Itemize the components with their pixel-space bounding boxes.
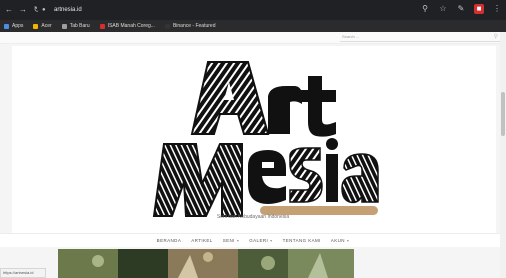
extension-icon[interactable]: ✎ bbox=[456, 4, 466, 14]
bookmark-youtube[interactable]: ISAB Manah Coreg... bbox=[99, 23, 155, 29]
folder-icon bbox=[33, 23, 39, 29]
lock-icon: ● bbox=[42, 7, 46, 13]
globe-icon bbox=[61, 23, 67, 29]
menu-item-artikel[interactable]: Artikel bbox=[191, 238, 212, 243]
menu-item-seni[interactable]: Seni ▾ bbox=[223, 238, 240, 243]
menu-item-galeri[interactable]: Galeri ▾ bbox=[249, 238, 272, 243]
address-url[interactable]: artnesia.id bbox=[54, 7, 82, 13]
search-input[interactable]: Search ... ⚲ bbox=[340, 34, 500, 42]
forward-icon[interactable]: → bbox=[18, 5, 28, 15]
site-header bbox=[12, 46, 496, 236]
site-logo[interactable] bbox=[150, 56, 380, 232]
search-placeholder: Search ... bbox=[342, 34, 360, 39]
menu-item-tentang-kami[interactable]: Tentang Kami bbox=[283, 238, 321, 243]
menu-item-label: Beranda bbox=[156, 238, 182, 243]
menu-item-label: Galeri bbox=[249, 238, 269, 243]
menu-item-label: Tentang Kami bbox=[282, 238, 321, 243]
hero-photo-icon bbox=[58, 249, 354, 278]
chevron-down-icon: ▾ bbox=[236, 238, 240, 243]
chevron-down-icon: ▾ bbox=[346, 238, 350, 243]
bookmark-label: Binance - Featured bbox=[172, 23, 216, 29]
main-menu: Beranda Artikel Seni ▾ Galeri ▾ Tentang … bbox=[0, 233, 506, 247]
youtube-icon bbox=[99, 23, 105, 29]
binance-icon bbox=[164, 23, 170, 29]
bookmarks-bar: Apps Acer Tab Baru ISAB Manah Coreg... B… bbox=[0, 20, 506, 32]
address-bar[interactable]: ● artnesia.id bbox=[38, 4, 448, 16]
bookmark-label: Apps bbox=[12, 23, 24, 29]
bookmark-label: ISAB Manah Coreg... bbox=[107, 23, 155, 29]
bookmark-apps[interactable]: Apps bbox=[4, 23, 23, 29]
scrollbar-thumb[interactable] bbox=[501, 92, 505, 136]
hero-image[interactable] bbox=[58, 249, 354, 278]
artnesia-logo-icon bbox=[152, 61, 379, 217]
pdf-extension-icon[interactable]: ■ bbox=[474, 4, 484, 14]
status-link-preview: https://artnesia.id bbox=[0, 268, 46, 278]
bookmark-acer[interactable]: Acer bbox=[33, 23, 52, 29]
browser-titlebar: ← → ↻ ● artnesia.id ⚲ ☆ ✎ ■ ⋮ bbox=[0, 0, 506, 20]
bookmark-tab-baru[interactable]: Tab Baru bbox=[61, 23, 90, 29]
scrollbar[interactable] bbox=[500, 32, 506, 278]
menu-item-label: Seni bbox=[222, 238, 235, 243]
search-icon[interactable]: ⚲ bbox=[494, 33, 498, 40]
bookmark-label: Acer bbox=[41, 23, 52, 29]
chevron-down-icon: ▾ bbox=[270, 238, 273, 243]
menu-item-label: Artikel bbox=[191, 238, 213, 243]
site-topbar: Search ... ⚲ bbox=[0, 32, 506, 44]
search-icon[interactable]: ⚲ bbox=[420, 4, 430, 14]
apps-icon bbox=[4, 23, 9, 29]
site-tagline: Seni dan Kebudayaan Indonesia bbox=[216, 214, 290, 220]
web-page: Search ... ⚲ Seni dan Kebudayaan Indones… bbox=[0, 32, 506, 278]
star-icon[interactable]: ☆ bbox=[438, 4, 448, 14]
menu-item-beranda[interactable]: Beranda bbox=[157, 238, 182, 243]
menu-item-label: Akun bbox=[330, 238, 345, 243]
menu-item-akun[interactable]: Akun ▾ bbox=[331, 238, 350, 243]
back-icon[interactable]: ← bbox=[4, 5, 14, 15]
bookmark-binance[interactable]: Binance - Featured bbox=[164, 23, 216, 29]
menu-dots-icon[interactable]: ⋮ bbox=[492, 4, 502, 14]
bookmark-label: Tab Baru bbox=[69, 23, 90, 29]
